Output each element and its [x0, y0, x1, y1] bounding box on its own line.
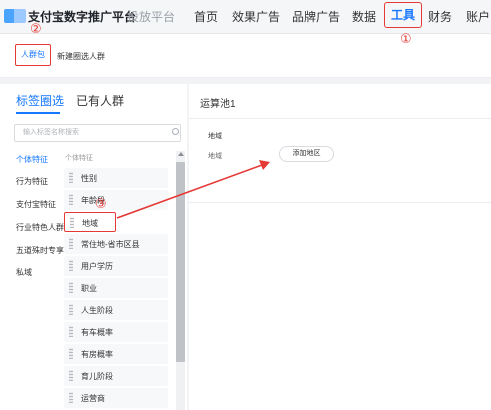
- category-industry[interactable]: 行业特色人群: [16, 222, 64, 233]
- drag-handle-icon[interactable]: [69, 304, 73, 315]
- add-region-button[interactable]: 添加地区: [279, 146, 334, 162]
- drag-handle-icon[interactable]: [69, 370, 73, 381]
- nav-finance[interactable]: 财务: [428, 8, 452, 25]
- drag-handle-icon[interactable]: [69, 392, 73, 403]
- nav-brand-ads[interactable]: 品牌广告: [292, 8, 340, 25]
- attribute-item[interactable]: 年龄段: [64, 190, 168, 210]
- attribute-item[interactable]: 职业: [64, 278, 168, 298]
- region-condition-card: 地域 地域 添加地区: [199, 120, 491, 174]
- divider: [189, 202, 491, 203]
- brand-logo: [4, 9, 26, 23]
- tab-new-audience[interactable]: 新建圈选人群: [57, 51, 105, 62]
- scroll-up-arrow-icon[interactable]: [178, 152, 184, 156]
- drag-handle-icon[interactable]: [69, 326, 73, 337]
- nav-data[interactable]: 数据: [352, 8, 376, 25]
- tab-existing-audience[interactable]: 已有人群: [76, 92, 124, 109]
- tag-search-input[interactable]: 输入标签名称搜索: [14, 124, 181, 142]
- category-alipay[interactable]: 支付宝特征: [16, 199, 56, 210]
- condition-title: 地域: [208, 133, 222, 140]
- brand-name: 支付宝数字推广平台: [28, 10, 137, 24]
- attribute-label: 用户学历: [81, 262, 113, 271]
- category-individual[interactable]: 个体特征: [16, 154, 48, 165]
- attribute-item-selected[interactable]: 地域: [64, 212, 116, 232]
- drag-handle-icon[interactable]: [69, 172, 73, 183]
- left-panel: 标签圈选 已有人群 输入标签名称搜索 个体特征 行为特征 支付宝特征 行业特色人…: [0, 84, 187, 410]
- nav-tools[interactable]: 工具: [384, 2, 422, 28]
- drag-handle-icon[interactable]: [69, 238, 73, 249]
- attribute-label: 性别: [81, 174, 97, 183]
- nav-tools-label: 工具: [390, 8, 415, 22]
- attribute-label: 常住地-省市区县: [81, 240, 140, 249]
- drag-handle-icon[interactable]: [70, 217, 74, 228]
- attribute-item[interactable]: 用户学历: [64, 256, 168, 276]
- attribute-item[interactable]: 育儿阶段: [64, 366, 168, 386]
- tab-tag-selection[interactable]: 标签圈选: [16, 92, 64, 109]
- region-field-label: 地域: [208, 153, 222, 160]
- search-icon[interactable]: [172, 128, 179, 135]
- platform-label[interactable]: 投放平台: [127, 8, 175, 25]
- attribute-label: 运营商: [81, 394, 105, 403]
- attribute-item[interactable]: 有房概率: [64, 344, 168, 364]
- page: 支付宝数字推广平台 投放平台 首页 效果广告 品牌广告 数据 工具 财务 账户 …: [0, 0, 491, 410]
- attribute-label: 有车概率: [81, 328, 113, 337]
- annotation-3: ③: [95, 197, 107, 212]
- attribute-item[interactable]: 性别: [64, 168, 168, 188]
- drag-handle-icon[interactable]: [69, 260, 73, 271]
- tab-audience-pack[interactable]: 人群包: [15, 44, 51, 66]
- active-tab-underline: [16, 112, 60, 114]
- attribute-label: 人生阶段: [81, 306, 113, 315]
- attribute-subheading: 个体特征: [65, 155, 93, 162]
- sub-tabs: 人群包 新建圈选人群: [0, 34, 491, 78]
- attribute-item[interactable]: 运营商: [64, 388, 168, 408]
- category-special[interactable]: 五道殊时专享: [16, 245, 64, 256]
- drag-handle-icon[interactable]: [69, 194, 73, 205]
- attribute-item[interactable]: 常住地-省市区县: [64, 234, 168, 254]
- scrollbar-thumb[interactable]: [176, 162, 185, 362]
- attribute-item[interactable]: 人生阶段: [64, 300, 168, 320]
- operation-pool-title: 运算池1: [200, 99, 236, 110]
- category-behavior[interactable]: 行为特征: [16, 176, 48, 187]
- attribute-label: 地域: [82, 219, 98, 228]
- divider: [189, 118, 491, 119]
- annotation-2: ②: [30, 22, 42, 37]
- nav-home[interactable]: 首页: [194, 8, 218, 25]
- attribute-label: 有房概率: [81, 350, 113, 359]
- attribute-label: 职业: [81, 284, 97, 293]
- attribute-label: 育儿阶段: [81, 372, 113, 381]
- right-panel: 运算池1 地域 地域 添加地区: [189, 84, 491, 410]
- tab-audience-pack-label: 人群包: [21, 50, 45, 59]
- drag-handle-icon[interactable]: [69, 348, 73, 359]
- attribute-item[interactable]: 有车概率: [64, 322, 168, 342]
- nav-account[interactable]: 账户: [466, 8, 490, 25]
- drag-handle-icon[interactable]: [69, 282, 73, 293]
- category-private[interactable]: 私域: [16, 267, 32, 278]
- annotation-1: ①: [400, 32, 412, 47]
- nav-performance-ads[interactable]: 效果广告: [232, 8, 280, 25]
- top-nav: 支付宝数字推广平台 投放平台 首页 效果广告 品牌广告 数据 工具 财务 账户: [0, 0, 491, 34]
